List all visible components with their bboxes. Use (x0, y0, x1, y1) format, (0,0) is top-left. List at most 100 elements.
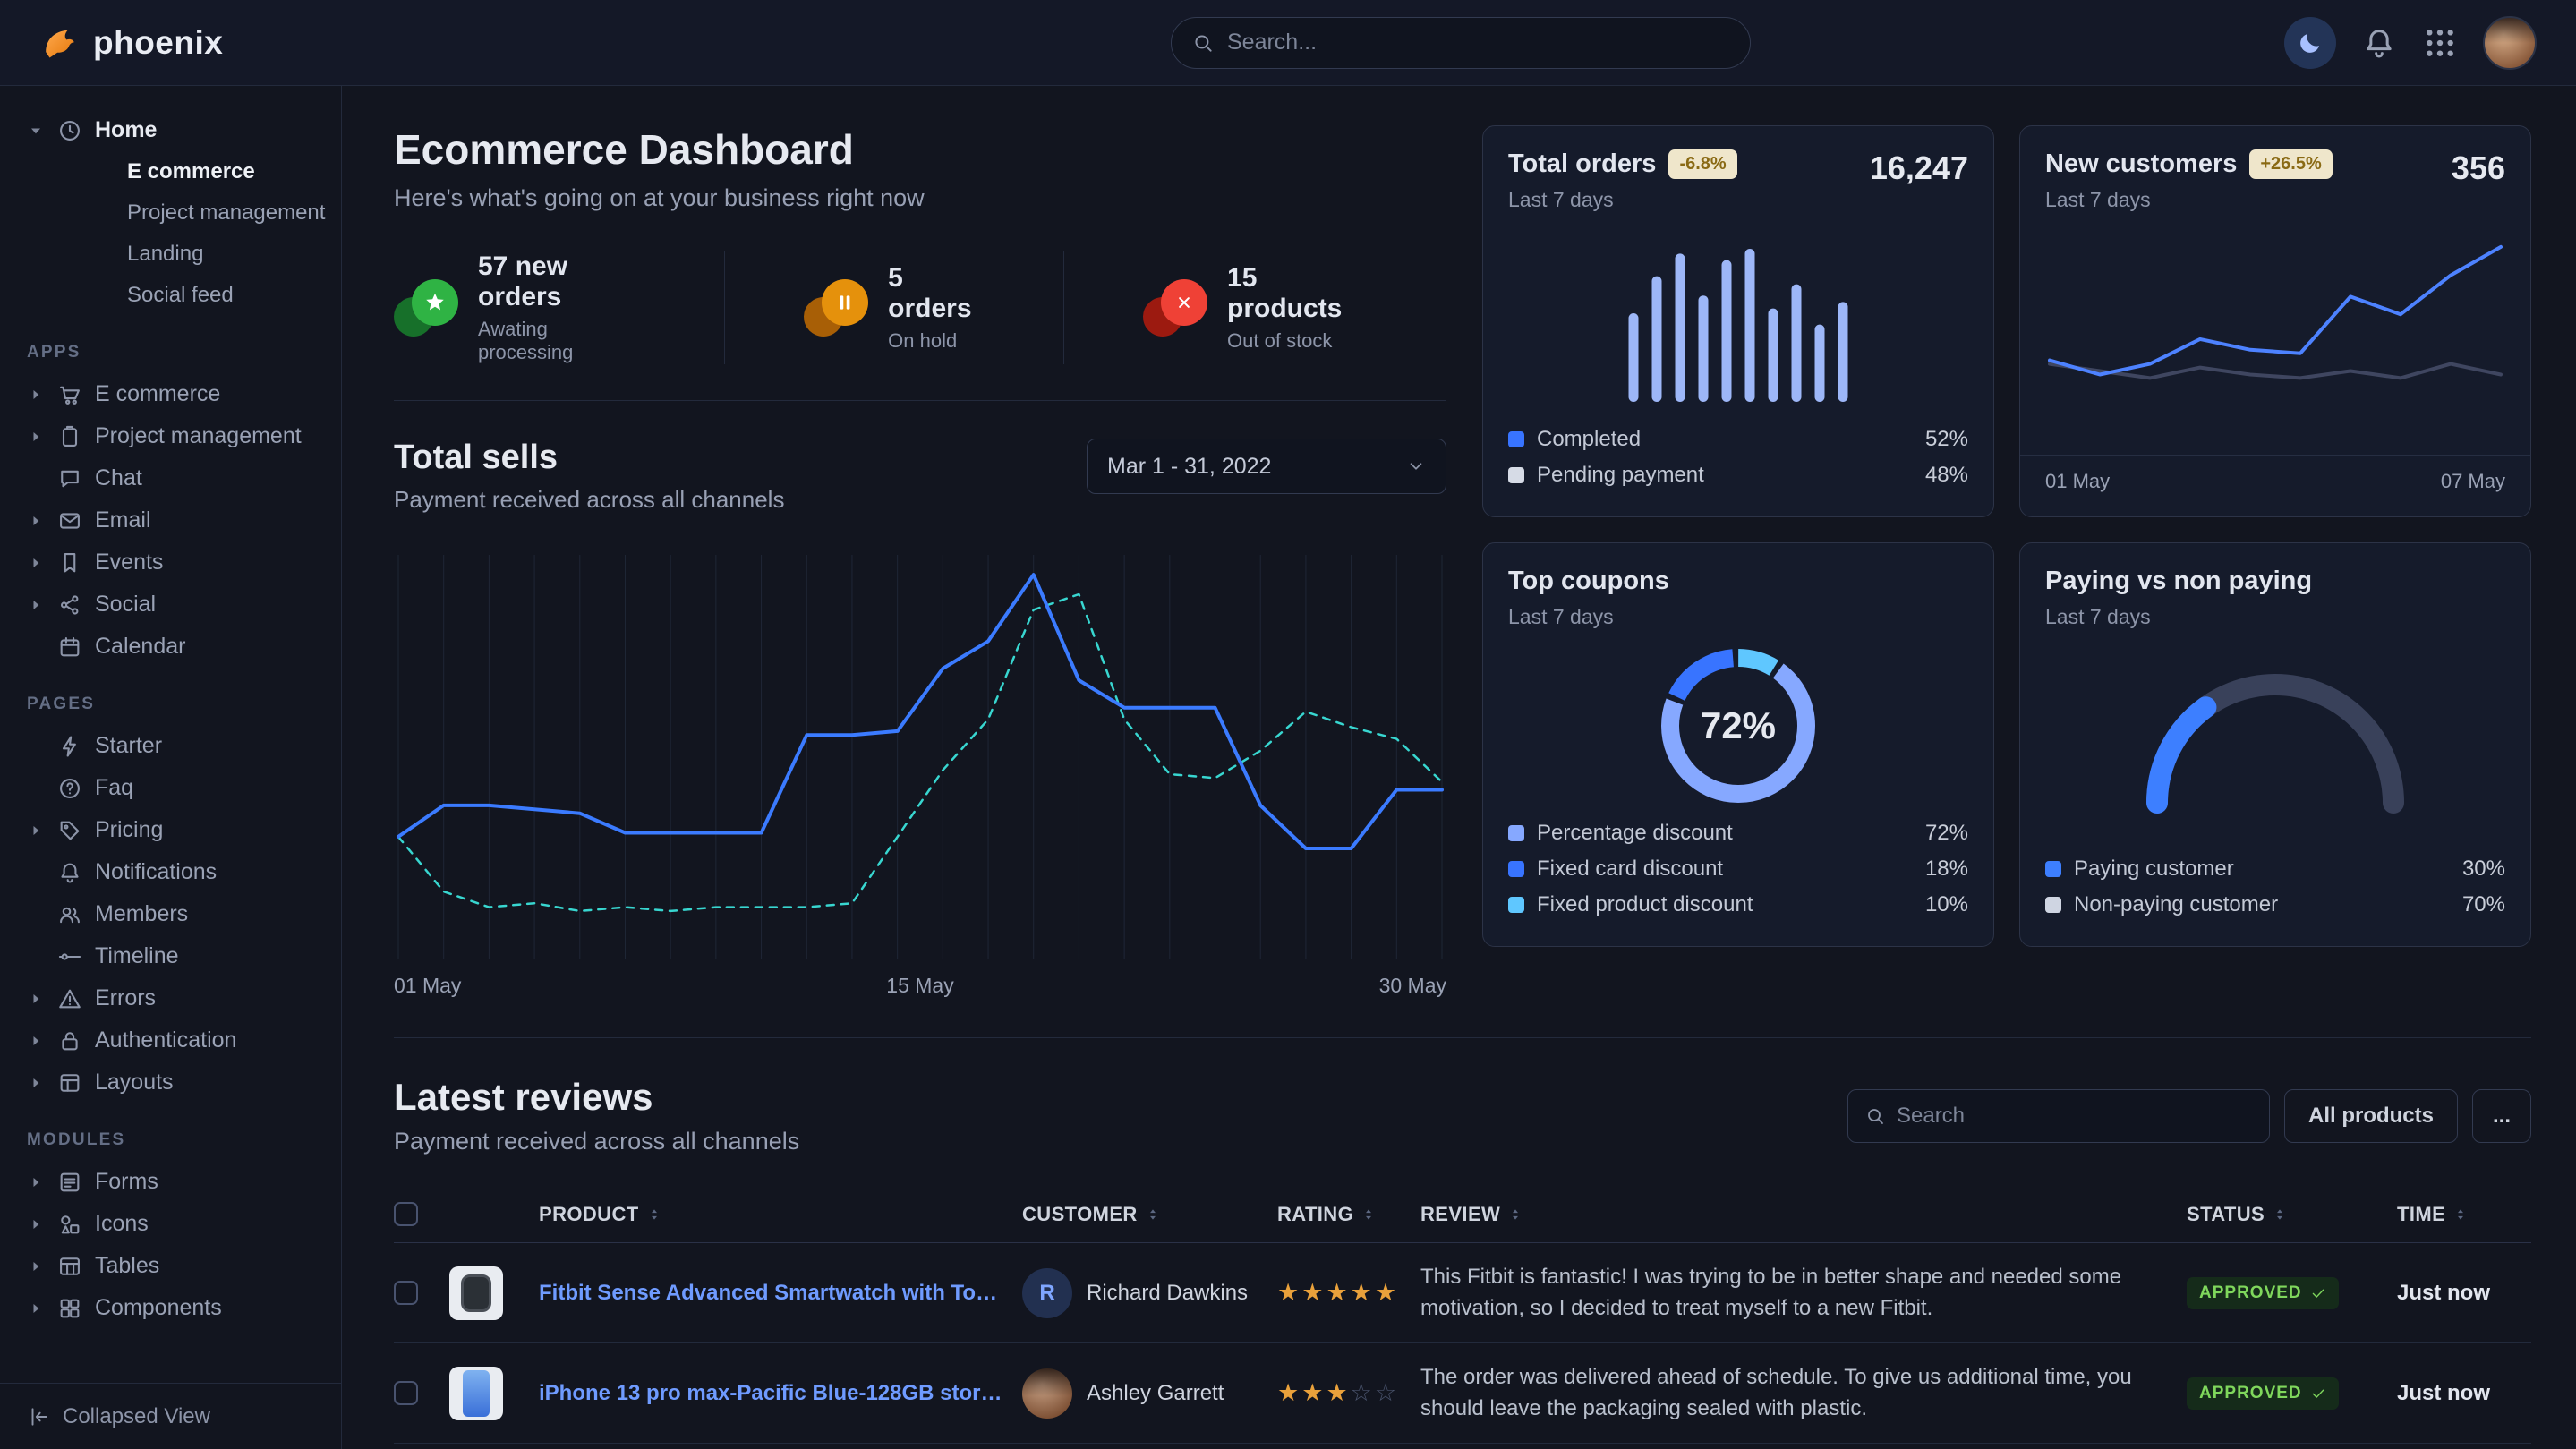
review-text: The order was delivered ahead of schedul… (1420, 1362, 2187, 1425)
column-time[interactable]: TIME (2397, 1203, 2531, 1226)
change-badge: -6.8% (1668, 149, 1736, 179)
sidebar-item-faq[interactable]: Faq (27, 767, 323, 809)
total-sells-subtitle: Payment received across all channels (394, 486, 784, 514)
sidebar-item-home[interactable]: Home (27, 109, 323, 151)
sidebar-item-tables[interactable]: Tables (27, 1245, 323, 1287)
cart-icon (57, 382, 82, 407)
check-icon (2310, 1285, 2326, 1301)
chat-icon (57, 466, 82, 491)
sidebar-item-errors[interactable]: Errors (27, 977, 323, 1019)
date-range-select[interactable]: Mar 1 - 31, 2022 (1087, 439, 1446, 494)
column-review[interactable]: REVIEW (1420, 1203, 2187, 1226)
caret-right-icon (27, 990, 45, 1008)
row-checkbox[interactable] (394, 1281, 418, 1305)
all-products-button[interactable]: All products (2284, 1089, 2458, 1143)
sidebar-subitem-social-feed[interactable]: Social feed (27, 275, 323, 316)
collapsed-view-toggle[interactable]: Collapsed View (0, 1383, 341, 1449)
notifications-button[interactable] (2361, 25, 2397, 61)
product-image (449, 1367, 503, 1420)
form-icon (57, 1170, 82, 1195)
product-link[interactable]: Fitbit Sense Advanced Smartwatch with To… (539, 1281, 1022, 1306)
tag-icon (57, 818, 82, 843)
mail-icon (57, 508, 82, 533)
reviews-tools: All products ... (1847, 1089, 2531, 1143)
sidebar-item-layouts[interactable]: Layouts (27, 1061, 323, 1104)
column-status[interactable]: STATUS (2187, 1203, 2397, 1226)
star-icon: ★ (1326, 1279, 1350, 1306)
check-icon (2310, 1385, 2326, 1402)
product-link[interactable]: iPhone 13 pro max-Pacific Blue-128GB sto… (539, 1381, 1022, 1406)
column-rating[interactable]: RATING (1277, 1203, 1420, 1226)
grid-icon (2422, 25, 2458, 61)
star-icon: ★ (1301, 1379, 1326, 1406)
chevron-down-icon (1406, 456, 1426, 476)
legend-swatch (1508, 897, 1524, 913)
global-search[interactable] (1171, 17, 1751, 69)
sidebar-item-calendar[interactable]: Calendar (27, 626, 323, 668)
sidebar-item-starter[interactable]: Starter (27, 725, 323, 767)
brand[interactable]: phoenix (39, 22, 223, 64)
apps-menu-button[interactable] (2422, 25, 2458, 61)
column-product[interactable]: PRODUCT (539, 1203, 1022, 1226)
sidebar-section-apps: APPS (27, 343, 323, 362)
sidebar-item-chat[interactable]: Chat (27, 457, 323, 499)
caret-right-icon (27, 1074, 45, 1092)
sort-icon (1145, 1206, 1161, 1223)
bell-icon (2361, 25, 2397, 61)
table-row-partial (394, 1444, 2531, 1449)
stat-out-of-stock: 15 products Out of stock (1063, 251, 1446, 364)
sidebar-item-notifications[interactable]: Notifications (27, 851, 323, 893)
select-all-checkbox[interactable] (394, 1202, 418, 1226)
x-icon (1143, 279, 1207, 337)
iphone-image (463, 1370, 490, 1417)
review-text: This Fitbit is fantastic! I was trying t… (1420, 1262, 2187, 1325)
sort-icon (1507, 1206, 1523, 1223)
dashboard-panel: Ecommerce Dashboard Here's what's going … (394, 125, 1446, 998)
star-icon (423, 291, 447, 314)
star-icon: ★ (1301, 1279, 1326, 1306)
sidebar-item-icons[interactable]: Icons (27, 1203, 323, 1245)
stat-new-orders: 57 new orders Awating processing (394, 251, 724, 364)
table-header-row: PRODUCT CUSTOMER RATING REVIEW STATUS TI… (394, 1186, 2531, 1243)
sidebar-item-social[interactable]: Social (27, 584, 323, 626)
sidebar-item-e-commerce[interactable]: E commerce (27, 373, 323, 415)
sidebar-item-timeline[interactable]: Timeline (27, 935, 323, 977)
sidebar-item-events[interactable]: Events (27, 541, 323, 584)
sidebar-subitem-landing[interactable]: Landing (27, 234, 323, 275)
sidebar-item-members[interactable]: Members (27, 893, 323, 935)
sort-icon (2452, 1206, 2469, 1223)
sidebar-item-authentication[interactable]: Authentication (27, 1019, 323, 1061)
sidebar-item-forms[interactable]: Forms (27, 1161, 323, 1203)
smartwatch-image (461, 1274, 491, 1312)
caret-right-icon (27, 596, 45, 614)
timeline-icon (57, 944, 82, 969)
total-sells-title: Total sells (394, 439, 784, 477)
reviews-search[interactable] (1847, 1089, 2270, 1143)
warning-icon (57, 986, 82, 1011)
moon-icon (2297, 30, 2324, 56)
more-options-button[interactable]: ... (2472, 1089, 2531, 1143)
sidebar-item-project-management[interactable]: Project management (27, 415, 323, 457)
reviews-search-input[interactable] (1897, 1104, 2253, 1129)
global-search-input[interactable] (1227, 30, 1730, 55)
row-checkbox[interactable] (394, 1381, 418, 1405)
sidebar-subitem-e-commerce[interactable]: E commerce (27, 151, 323, 192)
sidebar-section-pages: PAGES (27, 695, 323, 714)
column-customer[interactable]: CUSTOMER (1022, 1203, 1277, 1226)
status-badge: APPROVED (2187, 1277, 2339, 1309)
sidebar-item-components[interactable]: Components (27, 1287, 323, 1329)
user-avatar[interactable] (2483, 16, 2537, 70)
stats-row: 57 new orders Awating processing 5 order… (394, 251, 1446, 401)
star-icon: ★ (1326, 1379, 1350, 1406)
theme-toggle-button[interactable] (2284, 17, 2336, 69)
legend-paying: Paying customer 30% (2045, 851, 2505, 887)
page-subtitle: Here's what's going on at your business … (394, 184, 1446, 212)
caret-right-icon (27, 1173, 45, 1191)
brand-name: phoenix (93, 24, 223, 62)
legend-swatch (1508, 825, 1524, 841)
sidebar-item-pricing[interactable]: Pricing (27, 809, 323, 851)
sidebar-subitem-project-management[interactable]: Project management (27, 192, 323, 234)
caret-right-icon (27, 1032, 45, 1050)
reviews-subtitle: Payment received across all channels (394, 1128, 799, 1155)
sidebar-item-email[interactable]: Email (27, 499, 323, 541)
